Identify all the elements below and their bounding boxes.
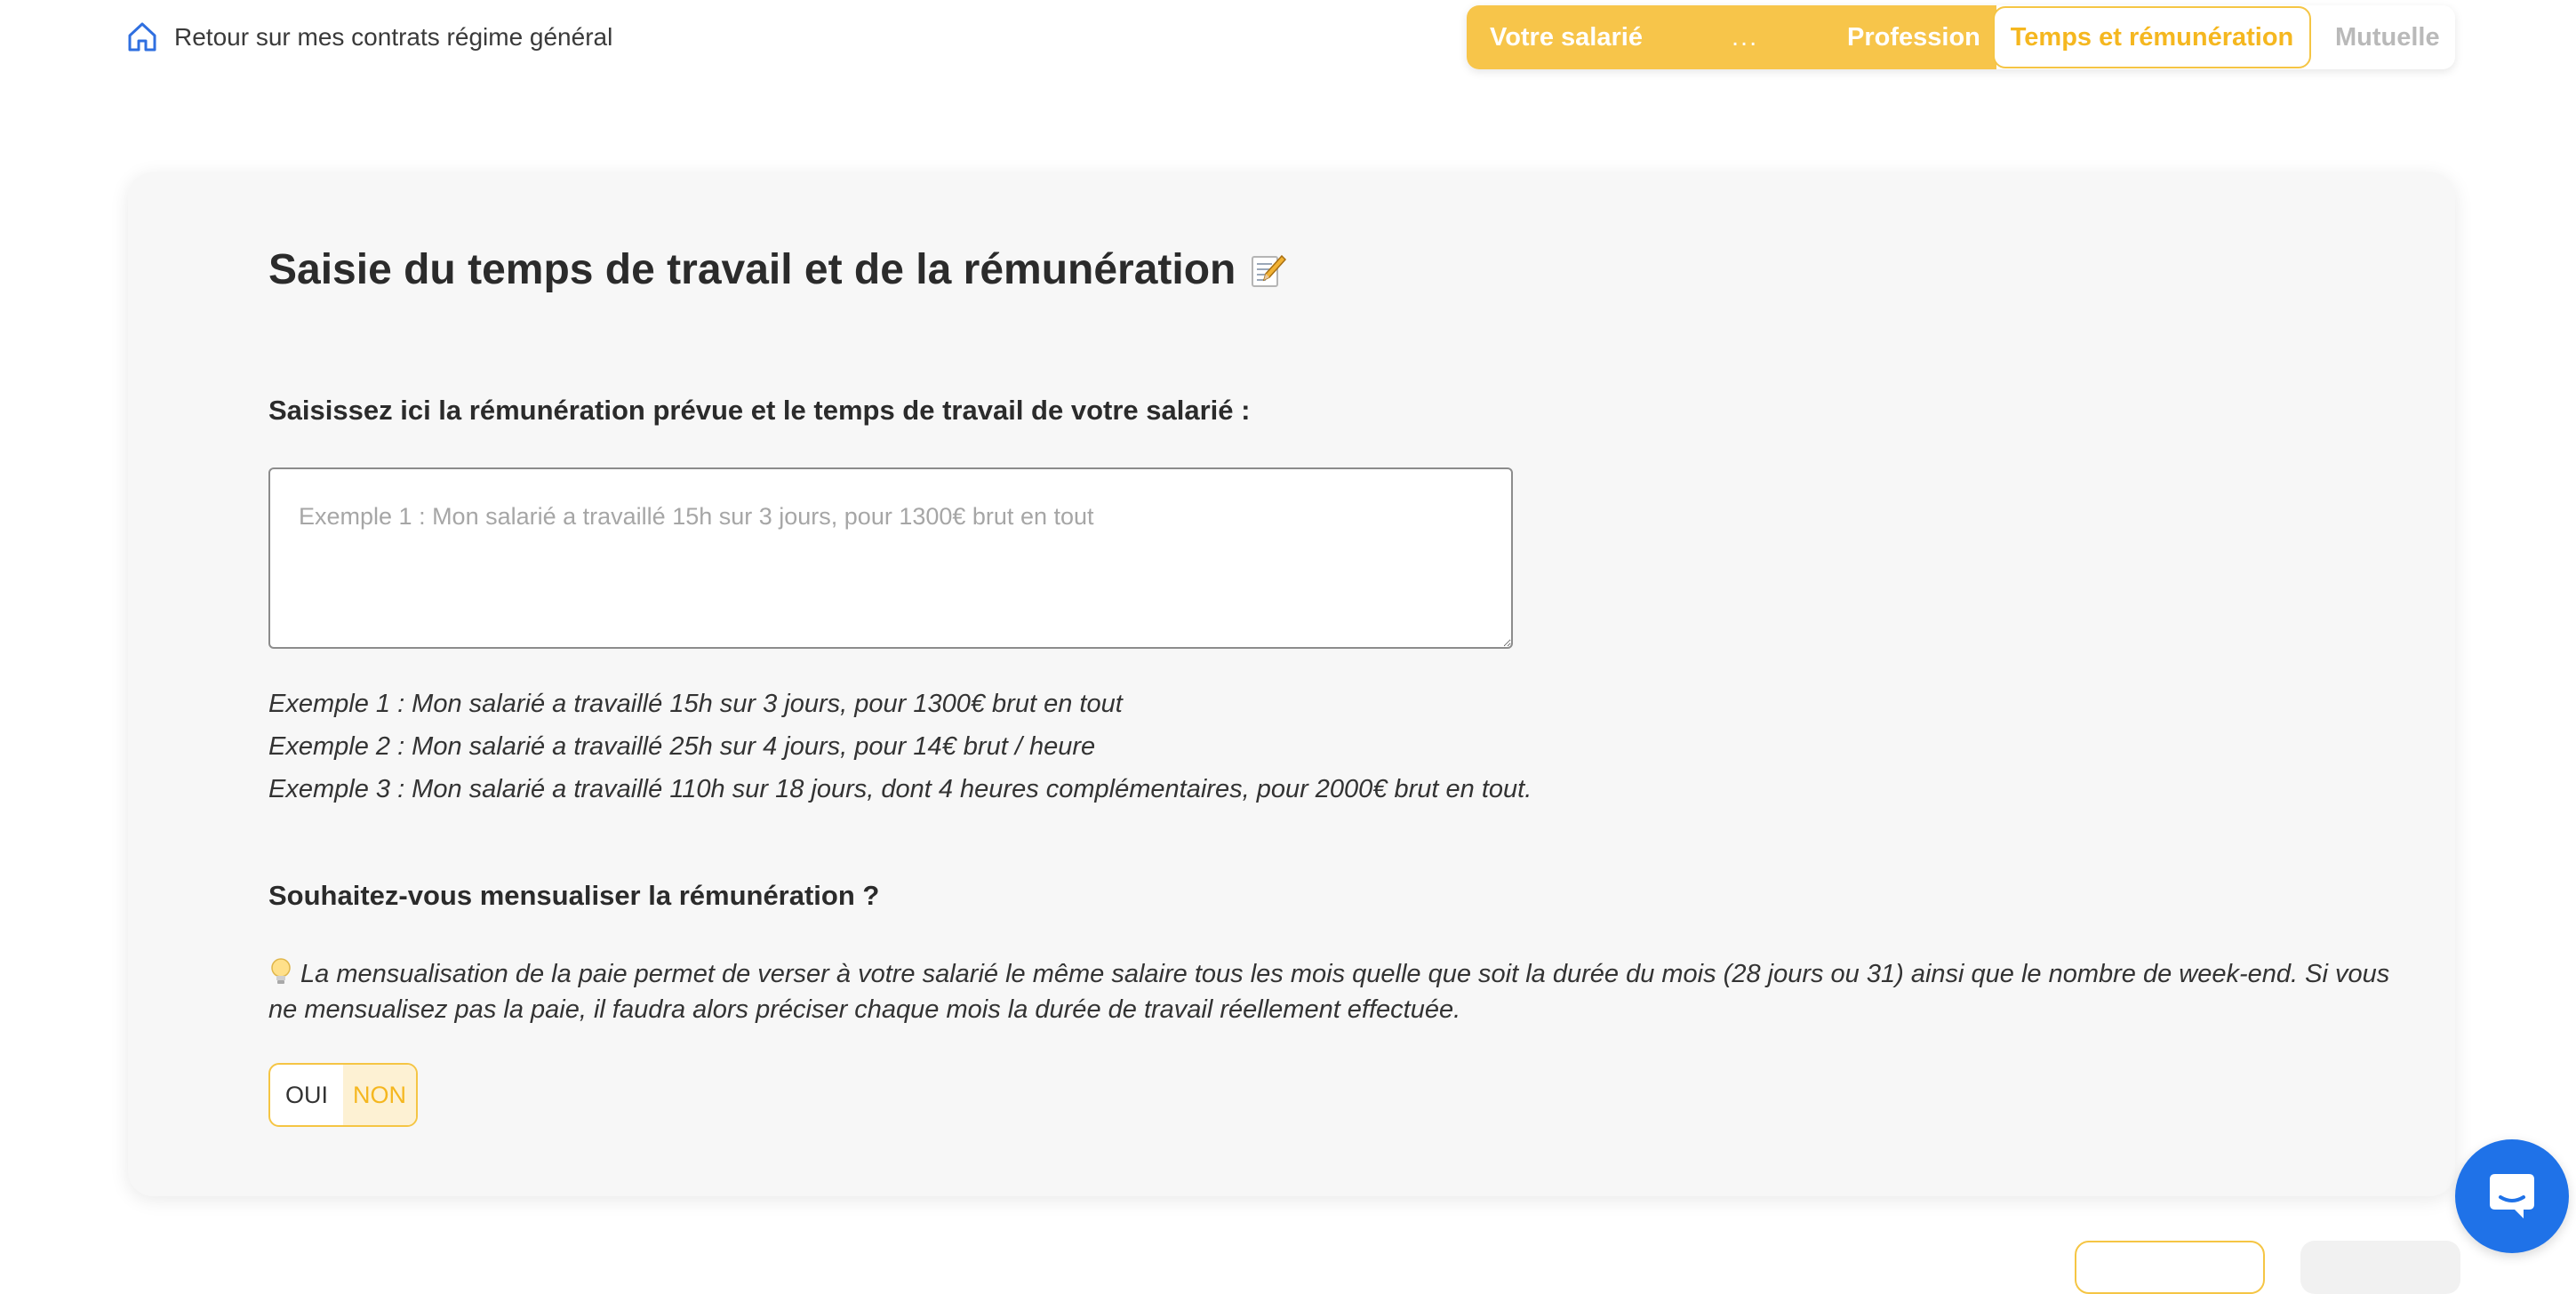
example-line: Exemple 3 : Mon salarié a travaillé 110h…: [268, 775, 1532, 803]
page-title-text: Saisie du temps de travail et de la rému…: [268, 246, 1236, 293]
page-title: Saisie du temps de travail et de la rému…: [268, 245, 1287, 294]
previous-button[interactable]: [2075, 1241, 2265, 1294]
toggle-no-option[interactable]: NON: [343, 1065, 416, 1125]
memo-icon: [1252, 254, 1287, 287]
mensualisation-toggle: OUI NON: [268, 1063, 418, 1127]
chat-bubble-icon: [2490, 1174, 2534, 1218]
toggle-yes-option[interactable]: OUI: [270, 1065, 343, 1125]
step-votre-salarie[interactable]: Votre salarié: [1490, 5, 1643, 69]
home-icon: [128, 22, 156, 52]
mensualisation-info: La mensualisation de la paie permet de v…: [268, 956, 2402, 1027]
back-to-contracts-link[interactable]: Retour sur mes contrats régime général: [124, 18, 612, 57]
step-temps-remuneration[interactable]: Temps et rémunération: [1993, 6, 2311, 68]
back-link-label: Retour sur mes contrats régime général: [174, 23, 613, 51]
next-button[interactable]: [2300, 1241, 2460, 1294]
example-line: Exemple 1 : Mon salarié a travaillé 15h …: [268, 690, 1123, 718]
lightbulb-icon: [271, 958, 291, 984]
mensualisation-info-text: La mensualisation de la paie permet de v…: [268, 960, 2390, 1024]
example-line: Exemple 2 : Mon salarié a travaillé 25h …: [268, 732, 1096, 761]
remuneration-textarea[interactable]: [268, 467, 1513, 649]
chat-launcher-button[interactable]: [2455, 1139, 2569, 1253]
progress-stepper: Votre salarié ... Profession Temps et ré…: [1467, 5, 2455, 69]
step-mutuelle[interactable]: Mutuelle: [2335, 5, 2440, 69]
examples-list: Exemple 1 : Mon salarié a travaillé 15h …: [268, 683, 1532, 811]
remuneration-question: Saisissez ici la rémunération prévue et …: [268, 395, 1251, 426]
mensualisation-question: Souhaitez-vous mensualiser la rémunérati…: [268, 880, 880, 911]
step-collapsed[interactable]: ...: [1732, 5, 1758, 69]
step-profession[interactable]: Profession: [1847, 5, 1980, 69]
